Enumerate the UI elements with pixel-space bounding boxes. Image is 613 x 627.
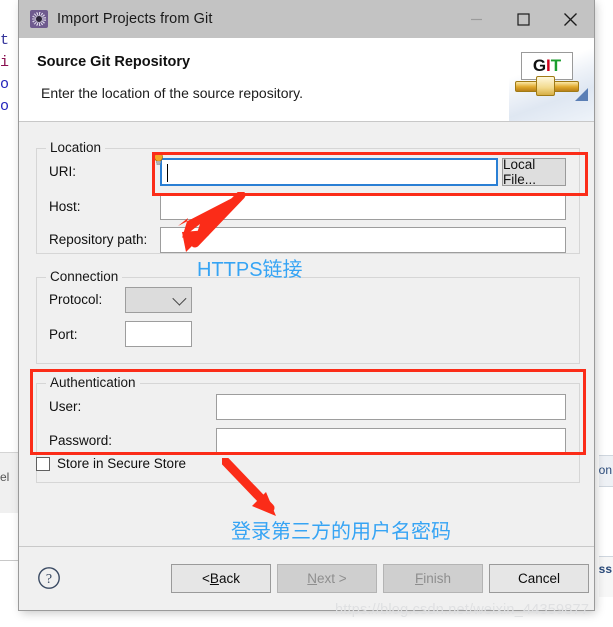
protocol-label-text: Protocol: [49, 292, 103, 307]
protocol-label: Protocol: [49, 292, 102, 307]
password-label: Password: [49, 433, 112, 448]
finish-button: Finish [383, 564, 483, 593]
wizard-footer: ? < Back Next > Finish Cancel [19, 546, 594, 610]
chevron-down-icon [172, 291, 187, 306]
connection-group-title: Connection [46, 269, 123, 284]
screenshot-root: t i o o on ss el Import Projects from Gi… [0, 0, 613, 627]
back-button[interactable]: < Back [171, 564, 271, 593]
git-logo-triangle [575, 88, 588, 101]
minimize-icon [471, 18, 482, 20]
user-input[interactable] [216, 394, 566, 420]
git-logo-letter-g: G [532, 56, 547, 75]
background-right-text-2: ss [598, 562, 612, 576]
location-group-title: Location [46, 140, 106, 155]
password-input[interactable] [216, 428, 566, 454]
connection-group: Connection [36, 269, 580, 364]
authentication-annotation-note: 登录第三方的用户名密码 [231, 521, 451, 543]
content-assist-bulb-icon [154, 152, 163, 165]
repository-path-label-text: Repository path: [49, 232, 148, 247]
wizard-body: Location URI: Local File... Host: Reposi… [19, 122, 594, 546]
user-label-text: User: [49, 399, 82, 414]
git-logo-letter-t: T [550, 56, 562, 75]
authentication-group-title: Authentication [46, 375, 140, 390]
git-logo-valve [536, 76, 555, 96]
background-left-divider [0, 560, 20, 573]
user-label: User: [49, 399, 81, 414]
maximize-button[interactable] [500, 0, 547, 38]
background-code-line-4: o [0, 98, 10, 115]
uri-input[interactable] [154, 152, 498, 186]
repository-path-input[interactable] [160, 227, 566, 253]
background-code-line-2: i [0, 54, 10, 71]
window-controls [453, 0, 594, 38]
git-import-wizard-icon [30, 10, 48, 28]
dialog-title: Import Projects from Git [57, 11, 213, 27]
svg-text:?: ? [46, 572, 52, 587]
store-secure-store-checkbox-row[interactable]: Store in Secure Store [36, 456, 186, 471]
next-button: Next > [277, 564, 377, 593]
port-input[interactable] [125, 321, 192, 347]
host-label-text: Host: [49, 199, 81, 214]
background-left-text-1: el [0, 470, 10, 484]
git-logo: GIT [509, 38, 594, 121]
cancel-button[interactable]: Cancel [489, 564, 589, 593]
close-button[interactable] [547, 0, 594, 38]
port-label-text: Port: [49, 327, 78, 342]
local-file-button[interactable]: Local File... [502, 157, 566, 187]
close-icon [564, 12, 577, 26]
uri-annotation-note: HTTPS链接 [197, 259, 303, 281]
background-code-gutter: t i o o [0, 30, 18, 118]
wizard-header: Source Git Repository Enter the location… [19, 38, 594, 122]
background-code-line-3: o [0, 76, 10, 93]
port-label: Port: [49, 327, 78, 342]
protocol-select[interactable] [125, 287, 192, 313]
dialog-titlebar[interactable]: Import Projects from Git [19, 0, 594, 38]
maximize-icon [517, 12, 530, 26]
password-label-text: Password: [49, 433, 113, 448]
uri-label-text: URI: [49, 164, 76, 179]
uri-label: URI: [49, 164, 76, 179]
background-right-text-1: on [598, 463, 612, 477]
background-code-line-1: t [0, 32, 10, 49]
store-secure-store-checkbox[interactable] [36, 456, 50, 471]
minimize-button[interactable] [453, 0, 500, 38]
watermark: https://blog.csdn.net/weixin_44359877 [335, 602, 590, 618]
uri-caret [167, 164, 168, 182]
host-label: Host: [49, 199, 81, 214]
repository-path-label: Repository path: [49, 232, 147, 247]
store-secure-store-label: Store in Secure Store [57, 456, 187, 471]
page-title: Source Git Repository [37, 54, 191, 70]
help-button[interactable]: ? [37, 566, 61, 590]
page-subtitle: Enter the location of the source reposit… [41, 85, 303, 101]
host-input[interactable] [160, 194, 566, 220]
